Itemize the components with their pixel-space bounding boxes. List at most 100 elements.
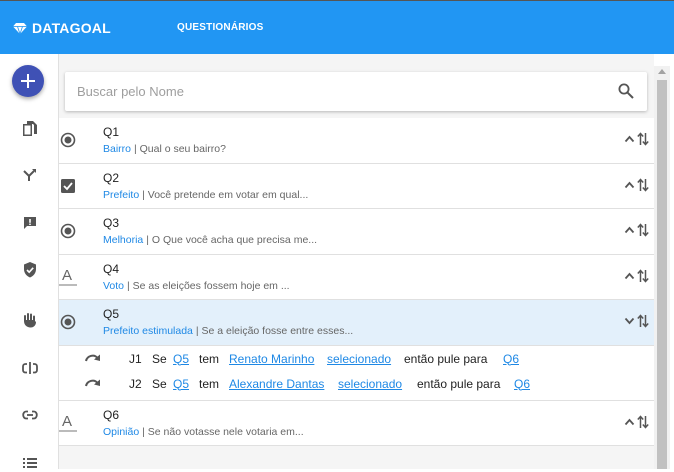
text-icon: A: [59, 267, 77, 287]
question-summary: Voto | Se as eleições fossem hoje em ...: [103, 280, 290, 292]
question-summary: Prefeito estimulada | Se a eleição fosse…: [103, 325, 353, 337]
row-controls: [624, 268, 649, 283]
question-text: Qual o seu bairro?: [139, 143, 226, 155]
question-tag: Bairro: [103, 143, 132, 155]
jump-answer-link[interactable]: Renato Marinho: [229, 352, 314, 366]
question-row-q4[interactable]: A Q4 Voto | Se as eleições fossem hoje em …: [59, 254, 654, 300]
reorder-icon[interactable]: [637, 268, 649, 283]
collapse-chevron-icon[interactable]: [624, 418, 635, 426]
question-row-q1[interactable]: Q1 Bairro | Qual o seu bairro?: [59, 118, 654, 164]
text-icon: A: [59, 413, 77, 433]
jump-target-link[interactable]: Q6: [514, 377, 530, 391]
question-row-q2[interactable]: Q2 Prefeito | Você pretende em votar em q…: [59, 163, 654, 209]
jump-icon: [85, 377, 101, 391]
question-summary: Bairro | Qual o seu bairro?: [103, 143, 226, 155]
search-icon[interactable]: [618, 83, 634, 99]
question-row-q6[interactable]: A Q6 Opinião | Se não votasse nele votaria…: [59, 400, 654, 446]
list-icon: [23, 458, 37, 468]
radio-icon: [59, 130, 77, 150]
jump-state-link[interactable]: selecionado: [327, 352, 391, 366]
shield-check-icon: [24, 262, 36, 278]
question-code: Q6: [103, 407, 120, 422]
question-tag: Melhoria: [103, 234, 144, 246]
jump-answer-link[interactable]: Alexandre Dantas: [229, 377, 324, 391]
reorder-icon[interactable]: [637, 223, 649, 237]
question-tag: Prefeito estimulada: [103, 325, 193, 337]
question-tag: Opinião: [103, 425, 140, 438]
separator: |: [195, 325, 199, 337]
question-summary: Melhoria | O Que você acha que precisa m…: [103, 234, 317, 246]
collapse-chevron-icon[interactable]: [624, 181, 635, 189]
radio-icon: [59, 221, 77, 241]
reorder-icon[interactable]: [637, 132, 649, 146]
row-controls: [624, 223, 649, 237]
reorder-icon[interactable]: [637, 414, 649, 429]
jump-question-link[interactable]: Q5: [173, 377, 189, 391]
hand-button[interactable]: [21, 311, 39, 329]
row-controls: [624, 414, 649, 429]
sidebar: [0, 54, 59, 469]
question-code: Q4: [103, 261, 120, 276]
question-row-q3[interactable]: Q3 Melhoria | O Que você acha que precisa…: [59, 209, 654, 255]
search-input[interactable]: [77, 72, 597, 111]
svg-text:A: A: [62, 267, 72, 284]
feedback-button[interactable]: [21, 214, 39, 232]
jump-question-link[interactable]: Q5: [173, 352, 189, 366]
jump-if: Se: [152, 376, 167, 391]
question-text: O Que você acha que precisa me...: [151, 234, 318, 246]
search-bar: [65, 72, 647, 111]
question-code: Q1: [103, 125, 120, 139]
shield-button[interactable]: [21, 261, 39, 279]
collapse-chevron-icon[interactable]: [624, 272, 635, 280]
radio-icon: [59, 312, 77, 332]
row-controls: [624, 177, 649, 192]
jump-then: então pule para: [404, 351, 488, 366]
tab-questionarios[interactable]: QUESTIONÁRIOS: [177, 22, 264, 33]
svg-text:A: A: [62, 413, 72, 430]
scroll-thumb[interactable]: [657, 80, 667, 469]
scrollbar[interactable]: [654, 66, 670, 469]
add-button[interactable]: [12, 65, 44, 97]
question-row-q5[interactable]: Q5 Prefeito estimulada | Se a eleição fos…: [59, 300, 654, 346]
reorder-icon[interactable]: [637, 177, 649, 192]
jump-if: Se: [152, 351, 167, 366]
scroll-up-arrow[interactable]: [658, 69, 666, 74]
expand-chevron-icon[interactable]: [624, 317, 635, 325]
jump-rules: J1 Se Q5 tem Renato Marinho selecionado então …: [59, 345, 654, 401]
question-summary: Opinião | Se não votasse nele votaria em…: [103, 426, 304, 438]
row-controls: [624, 132, 649, 146]
question-summary: Prefeito | Você pretende em votar em qua…: [103, 189, 308, 201]
link-button[interactable]: [21, 406, 39, 424]
hand-icon: [24, 313, 36, 328]
jump-has: tem: [199, 376, 220, 391]
loop-icon: [22, 362, 38, 374]
add-icon: [21, 74, 35, 88]
list-button[interactable]: [21, 454, 39, 472]
checkbox-icon: [59, 176, 77, 196]
jump-rule[interactable]: J1 Se Q5 tem Renato Marinho selecionado então …: [59, 347, 654, 373]
question-text: Você pretende em votar em qual...: [147, 188, 309, 201]
reorder-icon[interactable]: [637, 314, 649, 328]
separator: |: [146, 234, 149, 246]
brand[interactable]: DATAGOAL: [13, 20, 111, 36]
separator: |: [142, 425, 145, 438]
copy-icon: [23, 121, 37, 136]
shuffle-icon: [23, 169, 36, 181]
jump-has: tem: [199, 351, 220, 366]
question-list: Q1 Bairro | Qual o seu bairro? Q2 Prefeito …: [59, 118, 654, 446]
top-app-bar: DATAGOAL QUESTIONÁRIOS: [0, 0, 674, 54]
diamond-icon: [13, 22, 27, 34]
collapse-chevron-icon[interactable]: [624, 135, 635, 143]
question-code: Q5: [103, 307, 120, 321]
separator: |: [126, 279, 130, 292]
jump-icon: [85, 352, 101, 366]
loop-button[interactable]: [21, 359, 39, 377]
shuffle-button[interactable]: [21, 167, 39, 185]
jump-rule[interactable]: J2 Se Q5 tem Alexandre Dantas selecionado entã…: [59, 372, 654, 398]
jump-id: J2: [129, 376, 142, 391]
copy-button[interactable]: [21, 120, 39, 138]
jump-target-link[interactable]: Q6: [503, 352, 519, 366]
separator: |: [133, 143, 137, 155]
collapse-chevron-icon[interactable]: [624, 226, 635, 234]
jump-state-link[interactable]: selecionado: [338, 377, 402, 391]
